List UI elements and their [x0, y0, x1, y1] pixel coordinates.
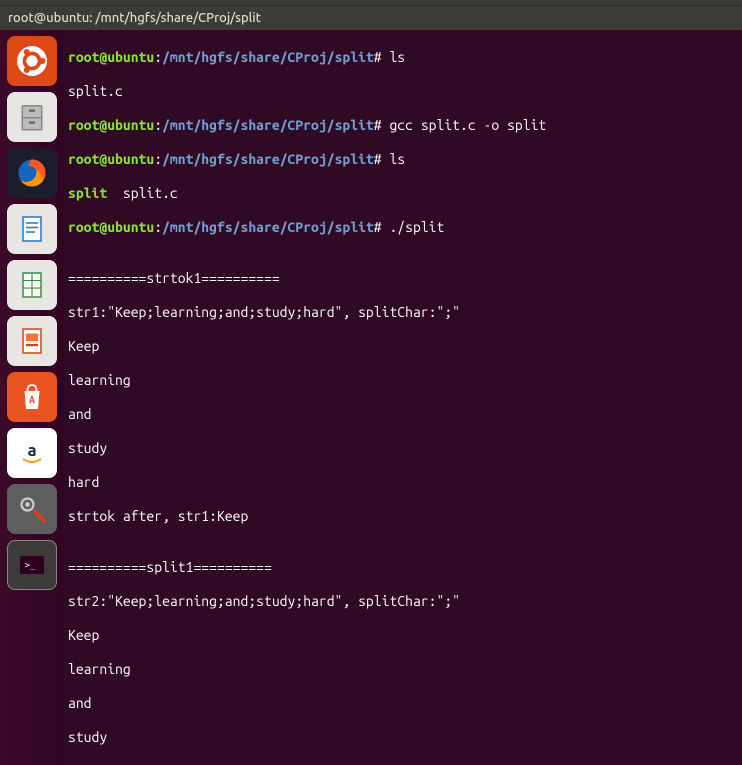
output-line: learning	[68, 661, 738, 678]
prompt-user: root@ubuntu	[68, 117, 154, 133]
firefox-icon	[14, 155, 50, 191]
prompt-sep: :	[154, 219, 162, 235]
prompt-user: root@ubuntu	[68, 219, 154, 235]
svg-text:a: a	[27, 442, 36, 460]
svg-text:>_: >_	[25, 561, 36, 571]
spreadsheet-icon	[14, 267, 50, 303]
prompt-path: /mnt/hgfs/share/CProj/split	[162, 219, 374, 235]
output-line: and	[68, 406, 738, 423]
output-line: and	[68, 695, 738, 712]
output-line: split.c	[68, 83, 738, 100]
launcher-settings[interactable]	[7, 484, 57, 534]
prompt-hash: #	[374, 219, 382, 235]
prompt-hash: #	[374, 49, 382, 65]
output-line: Keep	[68, 627, 738, 644]
output-line: hard	[68, 474, 738, 491]
prompt-path: /mnt/hgfs/share/CProj/split	[162, 151, 374, 167]
launcher-dash[interactable]	[7, 36, 57, 86]
cmd-ls2: ls	[382, 151, 406, 167]
prompt-sep: :	[154, 151, 162, 167]
terminal-icon: >_	[14, 547, 50, 583]
window-title: root@ubuntu: /mnt/hgfs/share/CProj/split	[8, 11, 261, 25]
output-line: strtok after, str1:Keep	[68, 508, 738, 525]
prompt-sep: :	[154, 117, 162, 133]
document-icon	[14, 211, 50, 247]
file-name: split.c	[107, 185, 178, 201]
prompt-path: /mnt/hgfs/share/CProj/split	[162, 117, 374, 133]
launcher-impress[interactable]	[7, 316, 57, 366]
launcher-files[interactable]	[7, 92, 57, 142]
terminal-area[interactable]: root@ubuntu:/mnt/hgfs/share/CProj/split#…	[64, 30, 742, 765]
prompt-path: /mnt/hgfs/share/CProj/split	[162, 49, 374, 65]
cmd-ls: ls	[382, 49, 406, 65]
output-line: str1:"Keep;learning;and;study;hard", spl…	[68, 304, 738, 321]
file-cabinet-icon	[14, 99, 50, 135]
presentation-icon	[14, 323, 50, 359]
prompt-user: root@ubuntu	[68, 49, 154, 65]
ubuntu-logo-icon	[14, 43, 50, 79]
launcher-firefox[interactable]	[7, 148, 57, 198]
launcher: A a >_	[0, 30, 64, 765]
output-line: str2:"Keep;learning;and;study;hard", spl…	[68, 593, 738, 610]
cmd-gcc: gcc split.c -o split	[382, 117, 547, 133]
svg-text:A: A	[29, 393, 35, 405]
output-line: ==========split1==========	[68, 559, 738, 576]
output-line: study	[68, 440, 738, 457]
output-line: Keep	[68, 338, 738, 355]
amazon-icon: a	[14, 435, 50, 471]
launcher-writer[interactable]	[7, 204, 57, 254]
launcher-terminal[interactable]: >_	[7, 540, 57, 590]
prompt-hash: #	[374, 117, 382, 133]
exe-name: split	[68, 185, 107, 201]
output-line: learning	[68, 372, 738, 389]
main-area: A a >_ root@ubuntu:/mnt/hgfs/share/CProj…	[0, 30, 742, 765]
shopping-bag-icon: A	[14, 379, 50, 415]
prompt-hash: #	[374, 151, 382, 167]
cmd-run: ./split	[382, 219, 445, 235]
launcher-calc[interactable]	[7, 260, 57, 310]
prompt-sep: :	[154, 49, 162, 65]
output-line: study	[68, 729, 738, 746]
launcher-amazon[interactable]: a	[7, 428, 57, 478]
gear-wrench-icon	[14, 491, 50, 527]
output-line: ==========strtok1==========	[68, 270, 738, 287]
window-title-bar[interactable]: root@ubuntu: /mnt/hgfs/share/CProj/split	[0, 6, 742, 30]
prompt-user: root@ubuntu	[68, 151, 154, 167]
launcher-software[interactable]: A	[7, 372, 57, 422]
